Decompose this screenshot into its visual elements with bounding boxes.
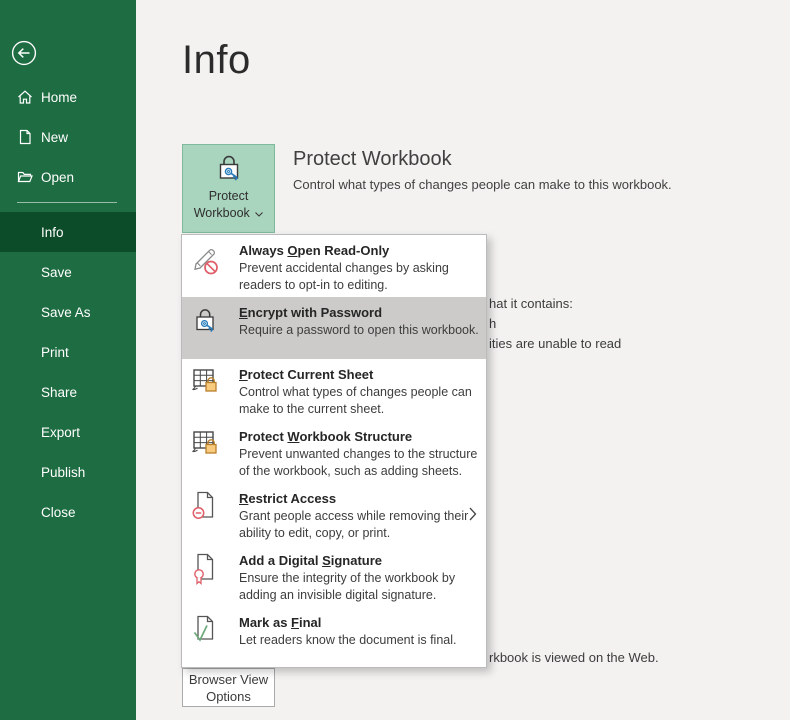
sidebar-item-home[interactable]: Home — [0, 77, 136, 117]
sidebar-item-label: New — [41, 129, 69, 145]
read-only-pencil-icon — [191, 242, 223, 276]
restrict-access-document-icon — [191, 490, 223, 524]
protect-workbook-dropdown-menu: Always Open Read-Only Prevent accidental… — [181, 234, 487, 668]
digital-signature-document-icon — [191, 552, 223, 586]
menu-item-add-digital-signature[interactable]: Add a Digital Signature Ensure the integ… — [182, 545, 486, 607]
menu-item-description: readers to opt-in to editing. — [239, 278, 388, 292]
sidebar-item-save[interactable]: Save — [0, 252, 136, 292]
sidebar-item-label: Share — [41, 384, 78, 400]
background-text-fragment: h — [489, 316, 497, 331]
protect-structure-lock-icon — [191, 428, 223, 462]
background-text-fragment: ities are unable to read — [489, 336, 622, 351]
home-icon — [17, 89, 33, 105]
sidebar-item-label: Export — [41, 424, 81, 440]
protect-workbook-button[interactable]: Protect Workbook — [182, 144, 275, 233]
sidebar-item-info[interactable]: Info — [0, 212, 136, 252]
sidebar-item-label: Save As — [41, 304, 91, 320]
menu-item-protect-current-sheet[interactable]: Protect Current Sheet Control what types… — [182, 359, 486, 421]
menu-item-title: Mark as Final — [239, 615, 322, 630]
sidebar-item-close[interactable]: Close — [0, 492, 136, 532]
sidebar-item-new[interactable]: New — [0, 117, 136, 157]
menu-item-description: Ensure the integrity of the workbook by — [239, 571, 456, 585]
menu-item-description: ability to edit, copy, or print. — [239, 526, 391, 540]
protect-workbook-heading: Protect Workbook — [293, 148, 452, 170]
sidebar-divider — [17, 202, 117, 203]
sidebar-item-save-as[interactable]: Save As — [0, 292, 136, 332]
sidebar-item-label: Save — [41, 264, 72, 280]
sidebar-item-label: Info — [41, 224, 64, 240]
sidebar-item-label: Publish — [41, 464, 86, 480]
submenu-chevron-right-icon — [469, 507, 477, 521]
menu-item-description: Require a password to open this workbook… — [239, 323, 479, 337]
menu-item-title: Add a Digital Signature — [239, 553, 383, 568]
page-title: Info — [182, 38, 251, 82]
browser-view-options-button[interactable]: Browser View Options — [182, 668, 275, 707]
open-folder-icon — [17, 169, 33, 185]
back-button[interactable] — [11, 40, 37, 66]
menu-item-description: make to the current sheet. — [239, 402, 385, 416]
protect-sheet-lock-icon — [191, 366, 223, 400]
menu-item-always-open-read-only[interactable]: Always Open Read-Only Prevent accidental… — [182, 235, 486, 297]
menu-item-protect-workbook-structure[interactable]: Protect Workbook Structure Prevent unwan… — [182, 421, 486, 483]
protect-button-label-line1: Protect — [208, 189, 249, 203]
menu-item-description: Let readers know the document is final. — [239, 633, 457, 647]
menu-item-title: Protect Current Sheet — [239, 367, 374, 382]
back-arrow-icon — [11, 40, 37, 70]
browser-view-options-label: Options — [206, 688, 251, 704]
menu-item-restrict-access[interactable]: Restrict Access Grant people access whil… — [182, 483, 486, 545]
sidebar-item-open[interactable]: Open — [0, 157, 136, 197]
sidebar-item-print[interactable]: Print — [0, 332, 136, 372]
menu-item-description: Prevent accidental changes by asking — [239, 261, 449, 275]
background-text-fragment: hat it contains: — [489, 296, 573, 311]
mark-final-document-icon — [191, 614, 223, 648]
menu-item-description: Grant people access while removing their — [239, 509, 469, 523]
protect-workbook-description: Control what types of changes people can… — [293, 177, 672, 192]
new-document-icon — [17, 129, 33, 145]
sidebar-item-label: Close — [41, 504, 76, 520]
menu-item-description: adding an invisible digital signature. — [239, 588, 437, 602]
lock-key-icon — [215, 153, 243, 188]
menu-item-description: Control what types of changes people can — [239, 385, 472, 399]
menu-item-description: Prevent unwanted changes to the structur… — [239, 447, 478, 461]
browser-view-options-label: Browser View — [188, 671, 269, 687]
sidebar-item-export[interactable]: Export — [0, 412, 136, 452]
sidebar-item-publish[interactable]: Publish — [0, 452, 136, 492]
menu-item-title: Always Open Read-Only — [239, 243, 390, 258]
sidebar-item-label: Open — [41, 169, 75, 185]
sidebar-item-label: Home — [41, 89, 78, 105]
menu-item-encrypt-with-password[interactable]: Encrypt with Password Require a password… — [182, 297, 486, 359]
encrypt-lock-key-icon — [191, 304, 223, 338]
menu-item-mark-as-final[interactable]: Mark as Final Let readers know the docum… — [182, 607, 486, 669]
menu-item-title: Encrypt with Password — [239, 305, 383, 320]
menu-item-title: Restrict Access — [239, 491, 337, 506]
menu-item-description: of the workbook, such as adding sheets. — [239, 464, 463, 478]
protect-button-label-line2: Workbook — [194, 205, 264, 222]
menu-item-title: Protect Workbook Structure — [239, 429, 413, 444]
sidebar-item-share[interactable]: Share — [0, 372, 136, 412]
sidebar-item-label: Print — [41, 344, 69, 360]
background-text-fragment: rkbook is viewed on the Web. — [489, 650, 659, 665]
chevron-down-icon — [255, 212, 264, 217]
backstage-sidebar: Home New Open Info Save Save As Print Sh… — [0, 0, 136, 720]
